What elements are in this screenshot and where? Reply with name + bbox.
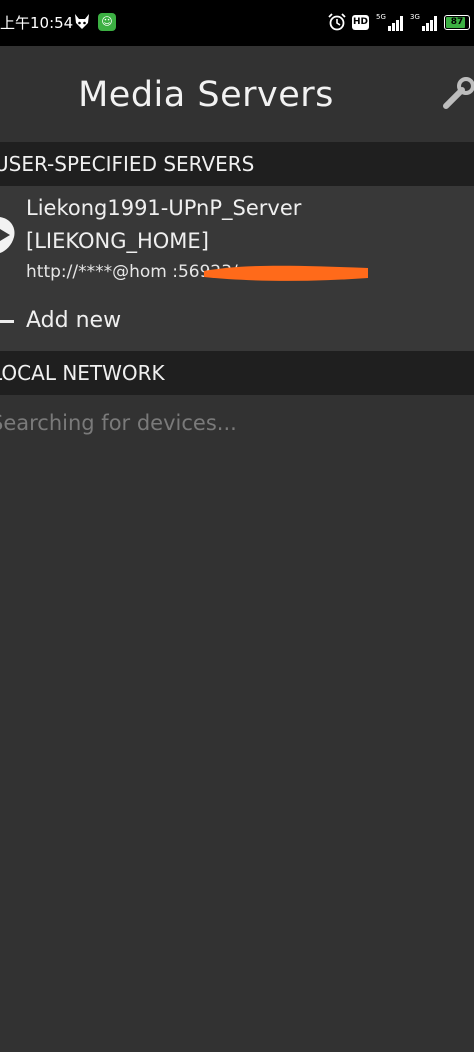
signal-icon: 5G xyxy=(376,13,403,31)
page-title: Media Servers xyxy=(78,75,334,115)
battery-icon: 87 xyxy=(444,15,470,30)
section-header-user-servers: USER-SPECIFIED SERVERS xyxy=(0,142,474,186)
wrench-icon[interactable] xyxy=(440,76,474,110)
svg-text:3G: 3G xyxy=(410,13,420,21)
section-label: LOCAL NETWORK xyxy=(0,361,165,385)
alarm-icon xyxy=(328,13,346,31)
status-bar: 上午10:54 ☺ HD 5G 3G 87 xyxy=(0,0,474,46)
hd-voice-icon: HD xyxy=(352,15,369,30)
status-time: 上午10:54 xyxy=(0,14,74,32)
app-notification-icon: ☺ xyxy=(98,13,116,31)
redaction-mark xyxy=(204,265,368,281)
fox-notification-icon xyxy=(75,14,89,29)
server-icon xyxy=(0,217,15,253)
searching-status: Searching for devices... xyxy=(0,411,237,435)
signal-icon-2: 3G xyxy=(410,13,437,31)
server-name: Liekong1991-UPnP_Server xyxy=(26,196,302,220)
section-header-local-network: LOCAL NETWORK xyxy=(0,351,474,395)
svg-text:5G: 5G xyxy=(376,13,386,21)
battery-level: 87 xyxy=(450,17,464,27)
add-icon[interactable] xyxy=(0,320,14,323)
server-subname: [LIEKONG_HOME] xyxy=(26,229,209,253)
add-new-button[interactable]: Add new xyxy=(26,308,121,333)
section-label: USER-SPECIFIED SERVERS xyxy=(0,152,255,176)
